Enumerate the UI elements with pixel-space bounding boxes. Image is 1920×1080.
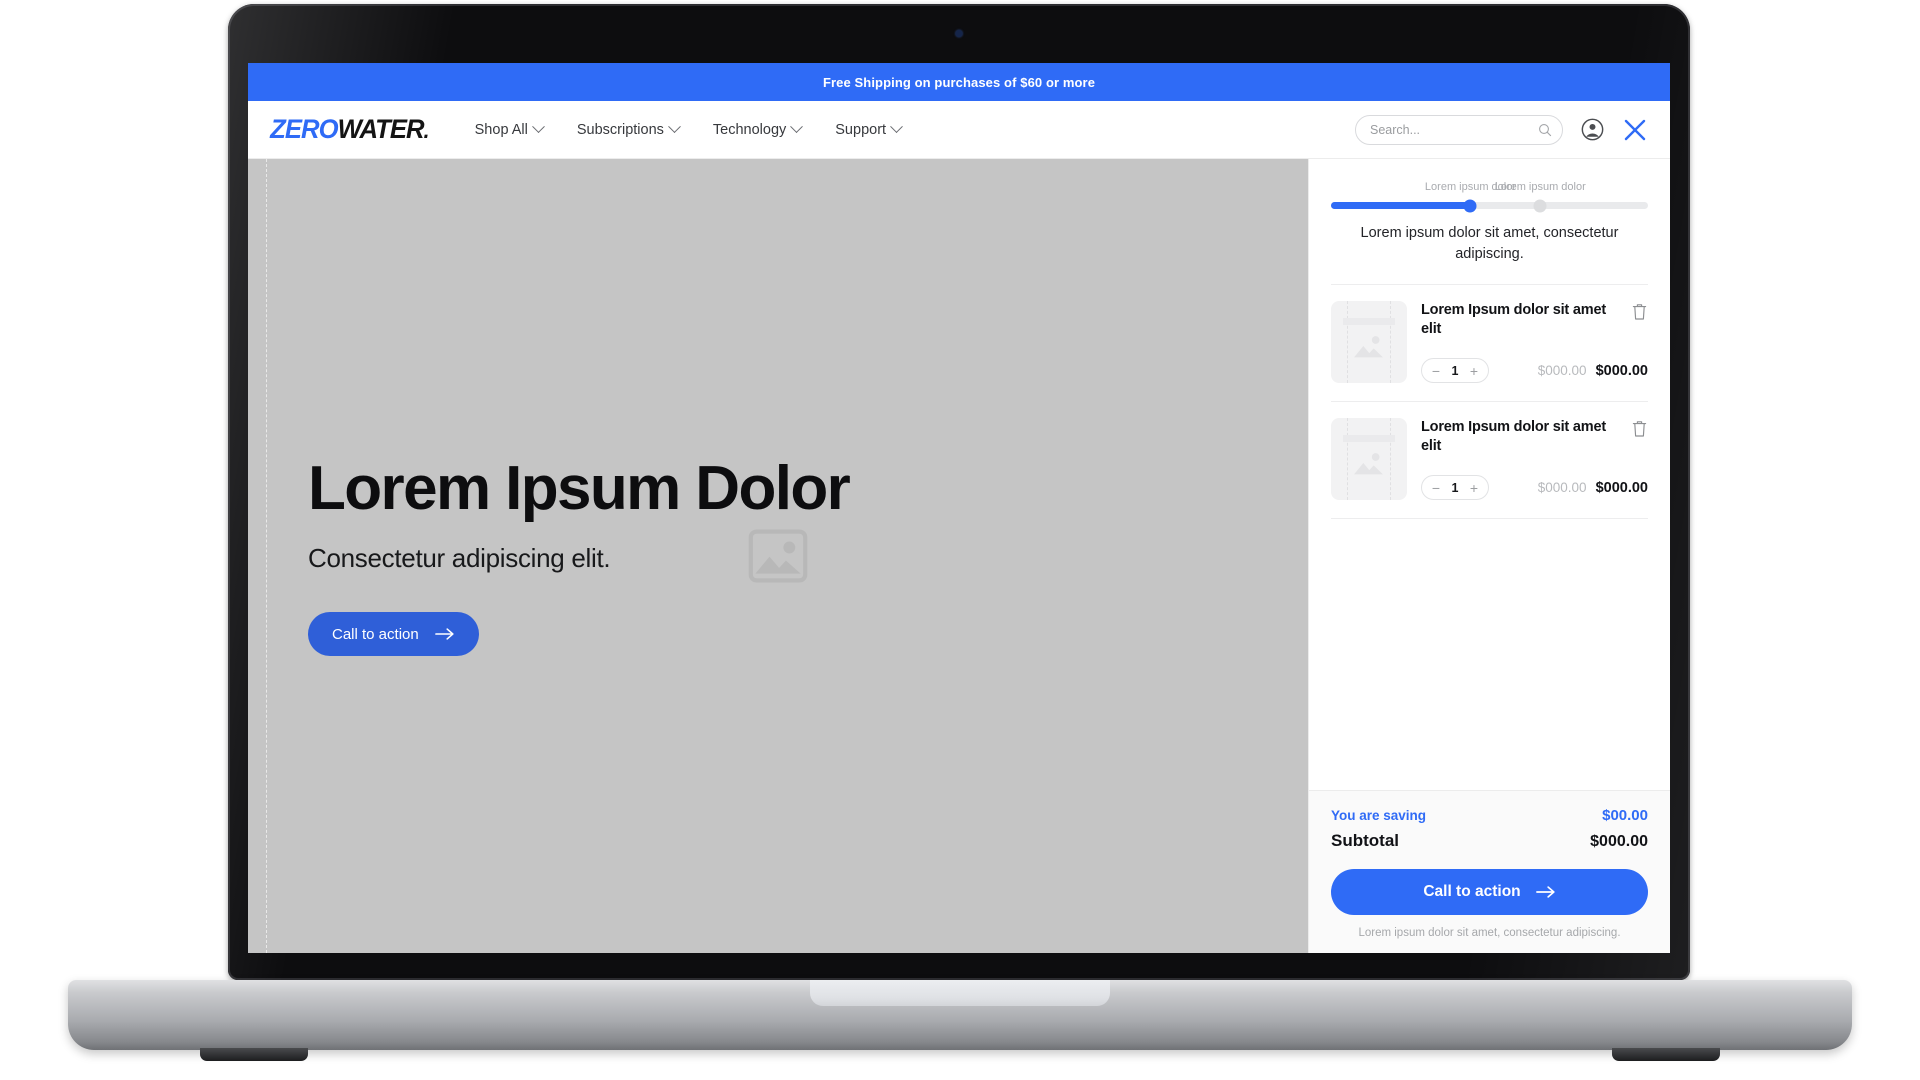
cart-item-body: Lorem Ipsum dolor sit amet elit − 1 + $0… (1421, 418, 1648, 501)
cart-item-header: Lorem Ipsum dolor sit amet elit (1421, 418, 1648, 455)
chevron-down-icon (531, 120, 545, 134)
checkout-label: Call to action (1423, 883, 1521, 900)
price-current: $000.00 (1595, 362, 1648, 379)
checkout-fineprint: Lorem ipsum dolor sit amet, consectetur … (1358, 927, 1621, 939)
logo-water: WATER (337, 114, 425, 144)
cart-item: Lorem Ipsum dolor sit amet elit − 1 + $0… (1309, 285, 1670, 401)
thumb-guide-line (1347, 418, 1348, 501)
logo-dot: . (423, 118, 430, 143)
cart-item-thumbnail (1331, 301, 1407, 384)
cart-summary: You are saving $00.00 Subtotal $000.00 C… (1309, 790, 1670, 953)
quantity-value: 1 (1451, 363, 1459, 378)
laptop-screen: Free Shipping on purchases of $60 or mor… (248, 63, 1670, 953)
thumb-guide-line (1390, 301, 1391, 384)
header-actions (1355, 114, 1648, 145)
free-shipping-progress: Lorem ipsum dolor Lorem ipsum dolor (1309, 159, 1670, 212)
laptop-base (68, 980, 1852, 1061)
subtotal-row: Subtotal $000.00 (1331, 831, 1648, 851)
hero-subheading: Consectetur adipiscing elit. (308, 543, 611, 574)
cart-item: Lorem Ipsum dolor sit amet elit − 1 + $0… (1309, 402, 1670, 518)
image-placeholder-icon (1354, 453, 1383, 475)
logo-zero: ZERO (270, 114, 338, 144)
base-notch (810, 980, 1110, 1006)
cart-item-prices: $000.00 $000.00 (1538, 363, 1648, 379)
savings-label: You are saving (1331, 808, 1427, 823)
cart-item-title: Lorem Ipsum dolor sit amet elit (1421, 302, 1606, 337)
screenshot-stage: Free Shipping on purchases of $60 or mor… (0, 0, 1920, 1080)
hero-cta-button[interactable]: Call to action (308, 612, 479, 657)
close-icon[interactable] (1622, 117, 1648, 143)
price-original: $000.00 (1537, 362, 1587, 378)
cart-item-header: Lorem Ipsum dolor sit amet elit (1421, 301, 1648, 338)
chevron-down-icon (890, 120, 903, 134)
milestone-dot-1 (1463, 199, 1477, 212)
progress-fill (1331, 202, 1471, 209)
subtotal-label: Subtotal (1331, 831, 1399, 850)
cart-scroll-area: Lorem ipsum dolor Lorem ipsum dolor Lore… (1309, 159, 1670, 790)
nav-item-subscriptions[interactable]: Subscriptions (576, 120, 681, 138)
trash-icon[interactable] (1631, 302, 1648, 321)
site-header: ZEROWATER. Shop All Subscriptions Techno… (248, 101, 1670, 159)
arrow-right-icon (434, 628, 454, 641)
hero-cta-label: Call to action (332, 625, 419, 643)
quantity-decrement-button[interactable]: − (1426, 360, 1446, 381)
thumb-bar (1343, 318, 1395, 326)
thumb-guide-line (1347, 301, 1348, 384)
nav-label: Support (835, 121, 887, 138)
trash-icon[interactable] (1631, 419, 1648, 438)
chevron-down-icon (668, 120, 681, 134)
thumb-bar (1343, 435, 1395, 443)
price-original: $000.00 (1537, 479, 1587, 495)
arrow-right-icon (1535, 886, 1555, 898)
laptop-foot-left (200, 1048, 308, 1061)
account-icon[interactable] (1581, 118, 1604, 141)
site-logo[interactable]: ZEROWATER. (270, 114, 430, 145)
search-box[interactable] (1355, 114, 1563, 145)
cart-item-thumbnail (1331, 418, 1407, 501)
main-navigation: Shop All Subscriptions Technology Suppor… (474, 120, 903, 138)
image-placeholder-icon (1354, 336, 1383, 358)
quantity-stepper[interactable]: − 1 + (1421, 358, 1489, 384)
search-icon (1539, 123, 1552, 136)
quantity-decrement-button[interactable]: − (1426, 477, 1446, 498)
nav-label: Shop All (474, 121, 528, 138)
progress-milestone-labels: Lorem ipsum dolor Lorem ipsum dolor (1331, 181, 1648, 197)
cart-item-controls: − 1 + $000.00 $000.00 (1421, 475, 1648, 501)
subtotal-value: $000.00 (1590, 833, 1648, 850)
chevron-down-icon (790, 120, 804, 134)
progress-note: Lorem ipsum dolor sit amet, consectetur … (1360, 225, 1619, 262)
search-input[interactable] (1370, 122, 1538, 137)
layout-guide-line (266, 159, 267, 953)
laptop-foot-right (1612, 1048, 1720, 1061)
cart-item-body: Lorem Ipsum dolor sit amet elit − 1 + $0… (1421, 301, 1648, 384)
thumb-guide-line (1390, 418, 1391, 501)
progress-track (1331, 199, 1648, 212)
hero-heading: Lorem Ipsum Dolor (308, 453, 851, 523)
cart-drawer: Lorem ipsum dolor Lorem ipsum dolor Lore… (1308, 159, 1670, 953)
page-body: Lorem Ipsum Dolor Consectetur adipiscing… (248, 159, 1670, 953)
quantity-increment-button[interactable]: + (1464, 477, 1484, 498)
savings-value: $00.00 (1602, 807, 1648, 824)
nav-item-technology[interactable]: Technology (712, 120, 804, 138)
divider (1331, 518, 1648, 520)
webcam-dot (955, 30, 963, 37)
promo-banner: Free Shipping on purchases of $60 or mor… (248, 63, 1670, 101)
quantity-stepper[interactable]: − 1 + (1421, 475, 1489, 501)
cart-item-prices: $000.00 $000.00 (1538, 480, 1648, 496)
milestone-dot-2 (1533, 199, 1547, 212)
nav-label: Subscriptions (576, 121, 664, 138)
milestone-label-2: Lorem ipsum dolor (1494, 181, 1586, 193)
hero-section: Lorem Ipsum Dolor Consectetur adipiscing… (248, 159, 1308, 953)
quantity-increment-button[interactable]: + (1464, 360, 1484, 381)
cart-item-title: Lorem Ipsum dolor sit amet elit (1421, 419, 1606, 454)
price-current: $000.00 (1595, 479, 1648, 496)
checkout-button[interactable]: Call to action (1331, 869, 1648, 915)
nav-label: Technology (712, 121, 787, 138)
nav-item-support[interactable]: Support (835, 120, 903, 138)
quantity-value: 1 (1451, 480, 1459, 495)
web-page: Free Shipping on purchases of $60 or mor… (248, 63, 1670, 953)
nav-item-shop-all[interactable]: Shop All (474, 120, 545, 138)
savings-row: You are saving $00.00 (1331, 807, 1648, 824)
cart-item-controls: − 1 + $000.00 $000.00 (1421, 358, 1648, 384)
